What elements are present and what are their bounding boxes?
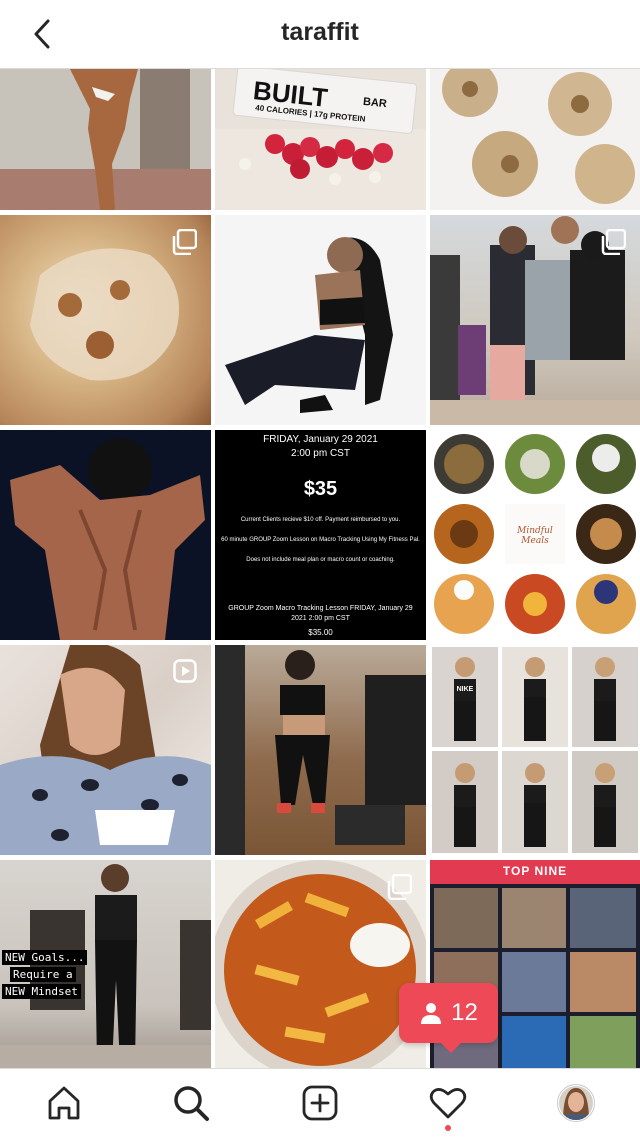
- macro-line1: Current Clients recieve $10 off. Payment…: [240, 517, 401, 523]
- nav-add-post-button[interactable]: [298, 1081, 342, 1125]
- carousel-badge: [171, 228, 198, 260]
- mindful-meals-label: Mindful Meals: [517, 526, 553, 546]
- carousel-icon: [387, 873, 413, 901]
- reels-badge: [173, 659, 197, 688]
- post-tile-14[interactable]: [215, 860, 426, 1069]
- top-header: taraffit: [0, 0, 640, 69]
- macro-caption: GROUP Zoom Macro Tracking Lesson FRIDAY,…: [228, 605, 413, 622]
- profile-avatar-icon: [557, 1084, 595, 1122]
- nav-home-button[interactable]: [42, 1081, 86, 1125]
- goals-caption-3: NEW Mindset: [2, 984, 81, 999]
- post-tile-5[interactable]: [215, 215, 426, 425]
- post-tile-13[interactable]: NEW Goals... Require a NEW Mindset: [0, 860, 211, 1069]
- goals-caption-2: Require a: [10, 967, 76, 982]
- home-icon: [48, 1086, 80, 1120]
- activity-dot: [445, 1125, 451, 1131]
- post-tile-3[interactable]: [430, 69, 640, 210]
- macro-line2: 60 minute GROUP Zoom Lesson on Macro Tra…: [221, 537, 420, 543]
- nav-activity-button[interactable]: [426, 1081, 470, 1125]
- profile-username-title: taraffit: [281, 18, 359, 46]
- nav-profile-button[interactable]: [554, 1081, 598, 1125]
- post-tile-11[interactable]: [215, 645, 426, 855]
- carousel-icon: [601, 228, 627, 256]
- macro-date: FRIDAY, January 29 2021: [263, 434, 378, 445]
- post-tile-7[interactable]: [0, 430, 211, 640]
- posts-grid: BUILT BAR 40 CALORIES | 17g PROTEIN FRID…: [0, 69, 640, 1069]
- bottom-nav-bar: [0, 1068, 640, 1139]
- macro-time: 2:00 pm CST: [291, 448, 350, 459]
- post-tile-1[interactable]: [0, 69, 211, 210]
- search-icon: [174, 1086, 209, 1121]
- goals-caption-1: NEW Goals...: [2, 950, 88, 965]
- notification-count: 12: [451, 999, 478, 1026]
- macro-price: $35: [303, 478, 338, 500]
- carousel-badge: [600, 228, 627, 260]
- post-tile-6[interactable]: [430, 215, 640, 425]
- post-tile-8[interactable]: FRIDAY, January 29 2021 2:00 pm CST $35 …: [215, 430, 426, 640]
- built-bar-sub: BAR: [362, 95, 388, 111]
- heart-icon: [429, 1088, 467, 1119]
- macro-line3: Does not include meal plan or macro coun…: [246, 557, 395, 563]
- add-post-icon: [302, 1085, 338, 1121]
- person-icon: [421, 1003, 442, 1024]
- post-tile-4[interactable]: [0, 215, 211, 425]
- post-tile-9[interactable]: Mindful Meals: [430, 430, 640, 640]
- post-tile-2[interactable]: BUILT BAR 40 CALORIES | 17g PROTEIN: [215, 69, 426, 210]
- follower-notification-bubble[interactable]: 12: [399, 983, 498, 1053]
- post-tile-12[interactable]: NIKE: [430, 645, 640, 855]
- macro-caption-price: $35.00: [308, 628, 333, 637]
- nike-label: NIKE: [456, 686, 474, 693]
- top-nine-label: TOP NINE: [502, 864, 568, 878]
- carousel-icon: [172, 228, 198, 256]
- reels-icon: [173, 659, 197, 683]
- nav-search-button[interactable]: [169, 1081, 213, 1125]
- carousel-badge: [386, 873, 413, 905]
- post-tile-10[interactable]: [0, 645, 211, 855]
